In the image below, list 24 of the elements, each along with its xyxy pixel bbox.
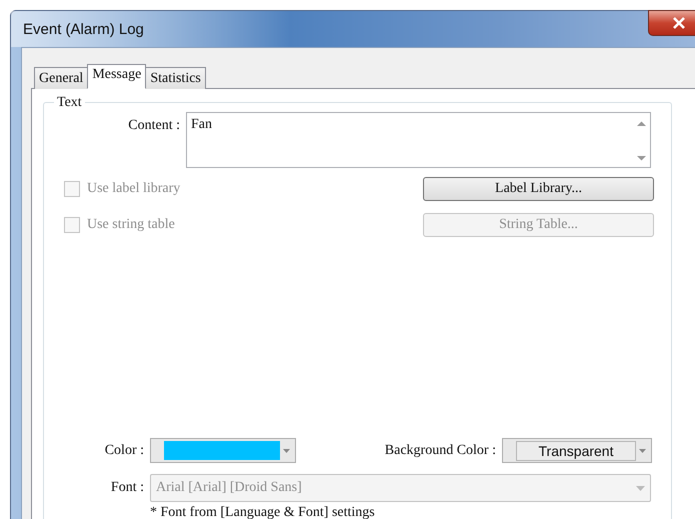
- checkbox-label: Use string table: [87, 217, 175, 233]
- font-label: Font :: [110, 480, 145, 496]
- caret-icon: [639, 448, 646, 452]
- color-dropdown[interactable]: [150, 438, 296, 463]
- up-arrow-icon: [637, 121, 646, 127]
- field-value: Fan: [190, 116, 212, 134]
- background-color-label: Background Color :: [384, 442, 497, 458]
- tab[interactable]: General: [34, 67, 88, 89]
- checkbox-label: Use label library: [87, 181, 180, 197]
- caret-icon: [636, 486, 645, 490]
- caret-icon: [283, 448, 290, 452]
- down-arrow-icon: [637, 155, 646, 161]
- window-title: Event (Alarm) Log: [23, 20, 144, 38]
- dropdown-value: Arial [Arial] [Droid Sans]: [156, 480, 302, 496]
- font-note: * Font from [Language & Font] settings: [150, 505, 375, 519]
- tab[interactable]: Message: [87, 64, 146, 89]
- tab[interactable]: Statistics: [145, 67, 206, 89]
- close-icon: [672, 17, 686, 29]
- content-label: Content :: [127, 118, 181, 134]
- close-button[interactable]: [648, 10, 695, 36]
- dropdown-value: Transparent: [516, 440, 636, 460]
- background-color-dropdown[interactable]: Transparent: [502, 438, 652, 463]
- content-field[interactable]: Fan: [186, 112, 651, 168]
- color-label: Color :: [104, 442, 145, 458]
